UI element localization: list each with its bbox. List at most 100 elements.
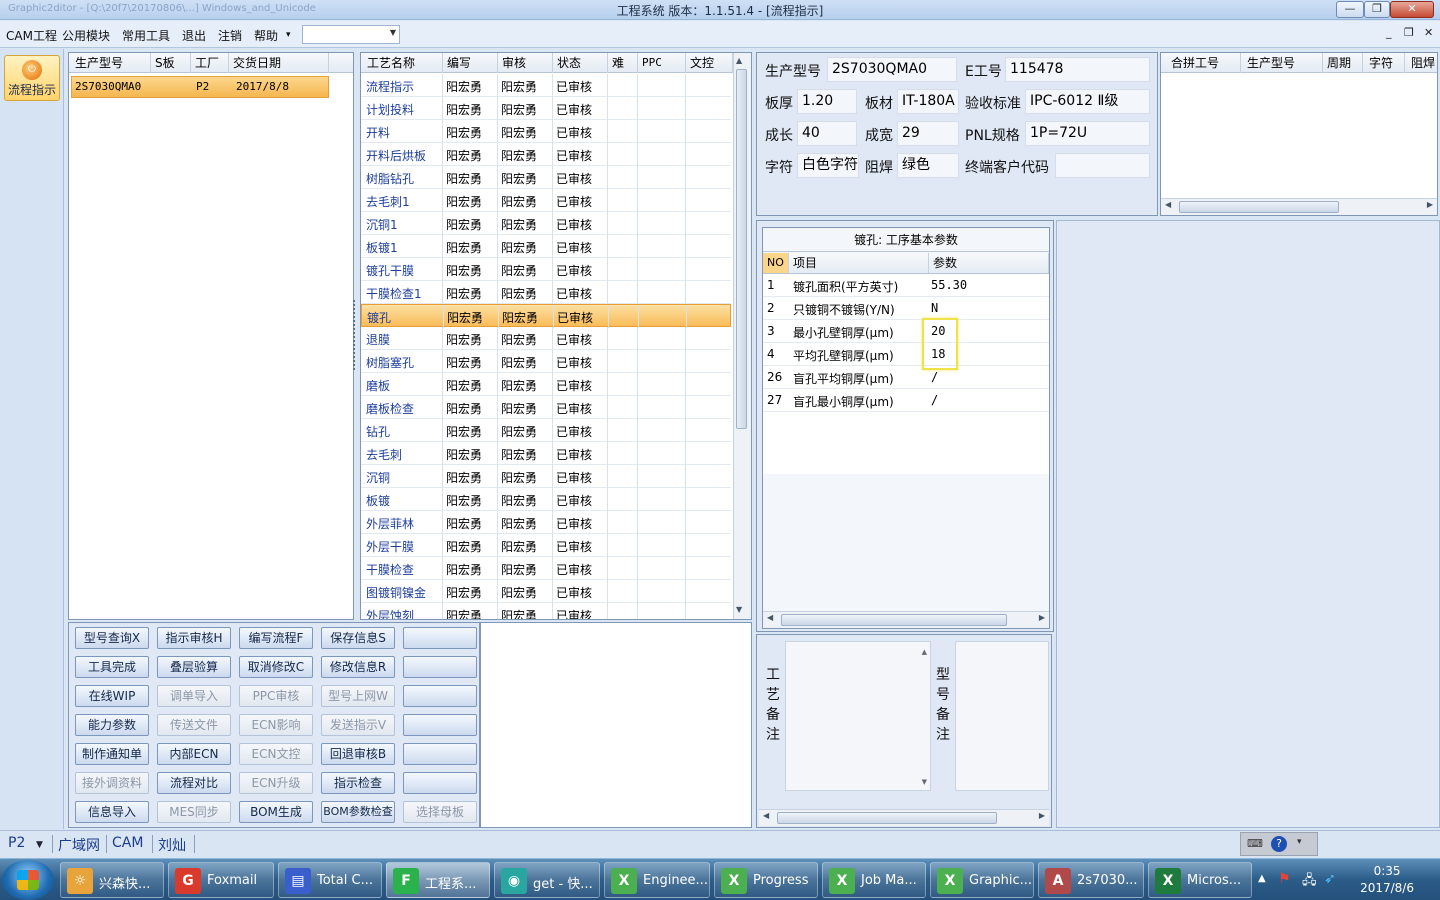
action-button[interactable]: [403, 714, 477, 736]
minimize-button[interactable]: —: [1336, 1, 1364, 18]
taskbar-button[interactable]: A 2s7030...: [1038, 862, 1144, 898]
table-row[interactable]: 开料 阳宏勇 阳宏勇 已审核: [361, 120, 731, 143]
table-row[interactable]: 磨板检查 阳宏勇 阳宏勇 已审核: [361, 396, 731, 419]
length-field[interactable]: 40: [797, 121, 857, 146]
e-no-field[interactable]: 115478: [1005, 57, 1150, 82]
table-row[interactable]: 板镀1 阳宏勇 阳宏勇 已审核: [361, 235, 731, 258]
mdi-restore-icon[interactable]: ❐: [1404, 26, 1414, 39]
table-row[interactable]: 沉铜1 阳宏勇 阳宏勇 已审核: [361, 212, 731, 235]
table-row[interactable]: 树脂钻孔 阳宏勇 阳宏勇 已审核: [361, 166, 731, 189]
col-ppc[interactable]: PPC: [638, 53, 686, 73]
remarks-hscroll[interactable]: ◀ ▶: [759, 809, 1049, 826]
col-doc-control[interactable]: 文控: [686, 53, 733, 73]
action-button[interactable]: 指示检查: [321, 772, 395, 794]
table-row[interactable]: 2S7030QMA0 P2 2017/8/8: [71, 76, 329, 98]
hscroll-thumb[interactable]: [1179, 201, 1339, 213]
scroll-right-icon[interactable]: ▶: [1427, 200, 1433, 209]
action-button[interactable]: 流程对比: [157, 772, 231, 794]
col-status[interactable]: 状态: [553, 53, 608, 73]
scroll-up-icon[interactable]: ▲: [922, 648, 927, 656]
table-row[interactable]: 图镀铜镍金 阳宏勇 阳宏勇 已审核: [361, 580, 731, 603]
action-button[interactable]: BOM生成: [239, 801, 313, 823]
table-row[interactable]: 镀孔 阳宏勇 阳宏勇 已审核: [361, 304, 731, 328]
table-row[interactable]: 外层干膜 阳宏勇 阳宏勇 已审核: [361, 534, 731, 557]
taskbar-button[interactable]: X Job Ma...: [822, 862, 926, 898]
action-button[interactable]: [403, 656, 477, 678]
taskbar-button[interactable]: ☼ 兴森快...: [60, 862, 164, 898]
help-icon[interactable]: ?: [1271, 836, 1287, 852]
col-no[interactable]: NO: [763, 253, 789, 273]
taskbar-button[interactable]: X Graphic...: [930, 862, 1034, 898]
action-button[interactable]: 叠层验算: [157, 656, 231, 678]
col-delivery-date[interactable]: 交货日期: [229, 53, 329, 73]
action-button[interactable]: 工具完成: [75, 656, 149, 678]
table-row[interactable]: 3 最小孔壁铜厚(μm) 20: [763, 320, 1049, 343]
legend-field[interactable]: 白色字符: [797, 153, 859, 178]
col-cycle[interactable]: 周期: [1323, 53, 1363, 73]
table-row[interactable]: 退膜 阳宏勇 阳宏勇 已审核: [361, 327, 731, 350]
table-row[interactable]: 计划投料 阳宏勇 阳宏勇 已审核: [361, 97, 731, 120]
table-row[interactable]: 沉铜 阳宏勇 阳宏勇 已审核: [361, 465, 731, 488]
action-button[interactable]: 能力参数: [75, 714, 149, 736]
taskbar-button[interactable]: ◉ get - 快...: [494, 862, 600, 898]
table-row[interactable]: 26 盲孔平均铜厚(μm) /: [763, 366, 1049, 389]
table-row[interactable]: 27 盲孔最小铜厚(μm) /: [763, 389, 1049, 412]
start-button[interactable]: [2, 860, 54, 900]
process-grid-scrollbar[interactable]: ▲ ▼: [733, 53, 751, 619]
col-process-name[interactable]: 工艺名称: [363, 53, 443, 73]
table-row[interactable]: 2 只镀铜不镀锡(Y/N) N: [763, 297, 1049, 320]
col-writer[interactable]: 编写: [443, 53, 498, 73]
taskbar-button[interactable]: G Foxmail: [168, 862, 274, 898]
close-button[interactable]: ✕: [1390, 1, 1434, 18]
nav-process-instruction[interactable]: ⏻ 流程指示: [4, 55, 60, 101]
taskbar-button[interactable]: X Progress: [714, 862, 818, 898]
help-chevron-down-icon[interactable]: ▾: [286, 30, 291, 40]
action-button[interactable]: 取消修改C: [239, 656, 313, 678]
mdi-minimize-icon[interactable]: _: [1386, 26, 1392, 39]
col-value[interactable]: 参数: [929, 253, 1049, 273]
table-row[interactable]: 流程指示 阳宏勇 阳宏勇 已审核: [361, 74, 731, 97]
taskbar-button[interactable]: ▤ Total C...: [278, 862, 382, 898]
scroll-right-icon[interactable]: ▶: [1039, 613, 1045, 622]
col-legend[interactable]: 字符: [1365, 53, 1405, 73]
ime-menu-icon[interactable]: ▾: [1297, 837, 1302, 847]
model-remark-textarea[interactable]: [955, 641, 1049, 791]
col-s-board[interactable]: S板: [151, 53, 191, 73]
ime-toolbar[interactable]: ⌨ ? ▾: [1240, 832, 1318, 856]
scrollbar-thumb[interactable]: [736, 69, 747, 429]
action-button[interactable]: 编写流程F: [239, 627, 313, 649]
scroll-right-icon[interactable]: ▶: [1039, 811, 1045, 820]
thickness-field[interactable]: 1.20: [797, 89, 857, 114]
action-button[interactable]: 信息导入: [75, 801, 149, 823]
action-button[interactable]: ECN升级: [239, 772, 313, 794]
table-row[interactable]: 树脂塞孔 阳宏勇 阳宏勇 已审核: [361, 350, 731, 373]
menu-exit[interactable]: 退出: [182, 27, 206, 44]
table-row[interactable]: 磨板 阳宏勇 阳宏勇 已审核: [361, 373, 731, 396]
action-button[interactable]: [403, 627, 477, 649]
table-row[interactable]: 干膜检查 阳宏勇 阳宏勇 已审核: [361, 557, 731, 580]
table-row[interactable]: 外层菲林 阳宏勇 阳宏勇 已审核: [361, 511, 731, 534]
action-button[interactable]: ECN文控: [239, 743, 313, 765]
menu-combo-box[interactable]: ▼: [302, 25, 400, 44]
action-button[interactable]: 传送文件: [157, 714, 231, 736]
scroll-down-icon[interactable]: ▼: [736, 605, 742, 614]
action-button[interactable]: 选择母板: [403, 801, 477, 823]
col-merge-model[interactable]: 生产型号: [1243, 53, 1323, 73]
action-button[interactable]: MES同步: [157, 801, 231, 823]
clock[interactable]: 0:35 2017/8/6: [1360, 863, 1414, 897]
action-button[interactable]: BOM参数检查: [321, 801, 395, 823]
action-button[interactable]: 保存信息S: [321, 627, 395, 649]
action-button[interactable]: [403, 743, 477, 765]
menu-cam[interactable]: CAM工程: [6, 27, 57, 44]
table-row[interactable]: 板镀 阳宏勇 阳宏勇 已审核: [361, 488, 731, 511]
col-merge-no[interactable]: 合拼工号: [1167, 53, 1241, 73]
col-reviewer[interactable]: 审核: [498, 53, 553, 73]
table-row[interactable]: 开料后烘板 阳宏勇 阳宏勇 已审核: [361, 143, 731, 166]
taskbar-button[interactable]: X Enginee...: [604, 862, 710, 898]
mdi-close-icon[interactable]: ✕: [1424, 26, 1433, 39]
model-field[interactable]: 2S7030QMA0: [827, 57, 957, 82]
action-button[interactable]: 调单导入: [157, 685, 231, 707]
action-button[interactable]: 修改信息R: [321, 656, 395, 678]
material-field[interactable]: IT-180A: [897, 89, 959, 114]
bird-icon[interactable]: ➶: [1324, 871, 1336, 887]
